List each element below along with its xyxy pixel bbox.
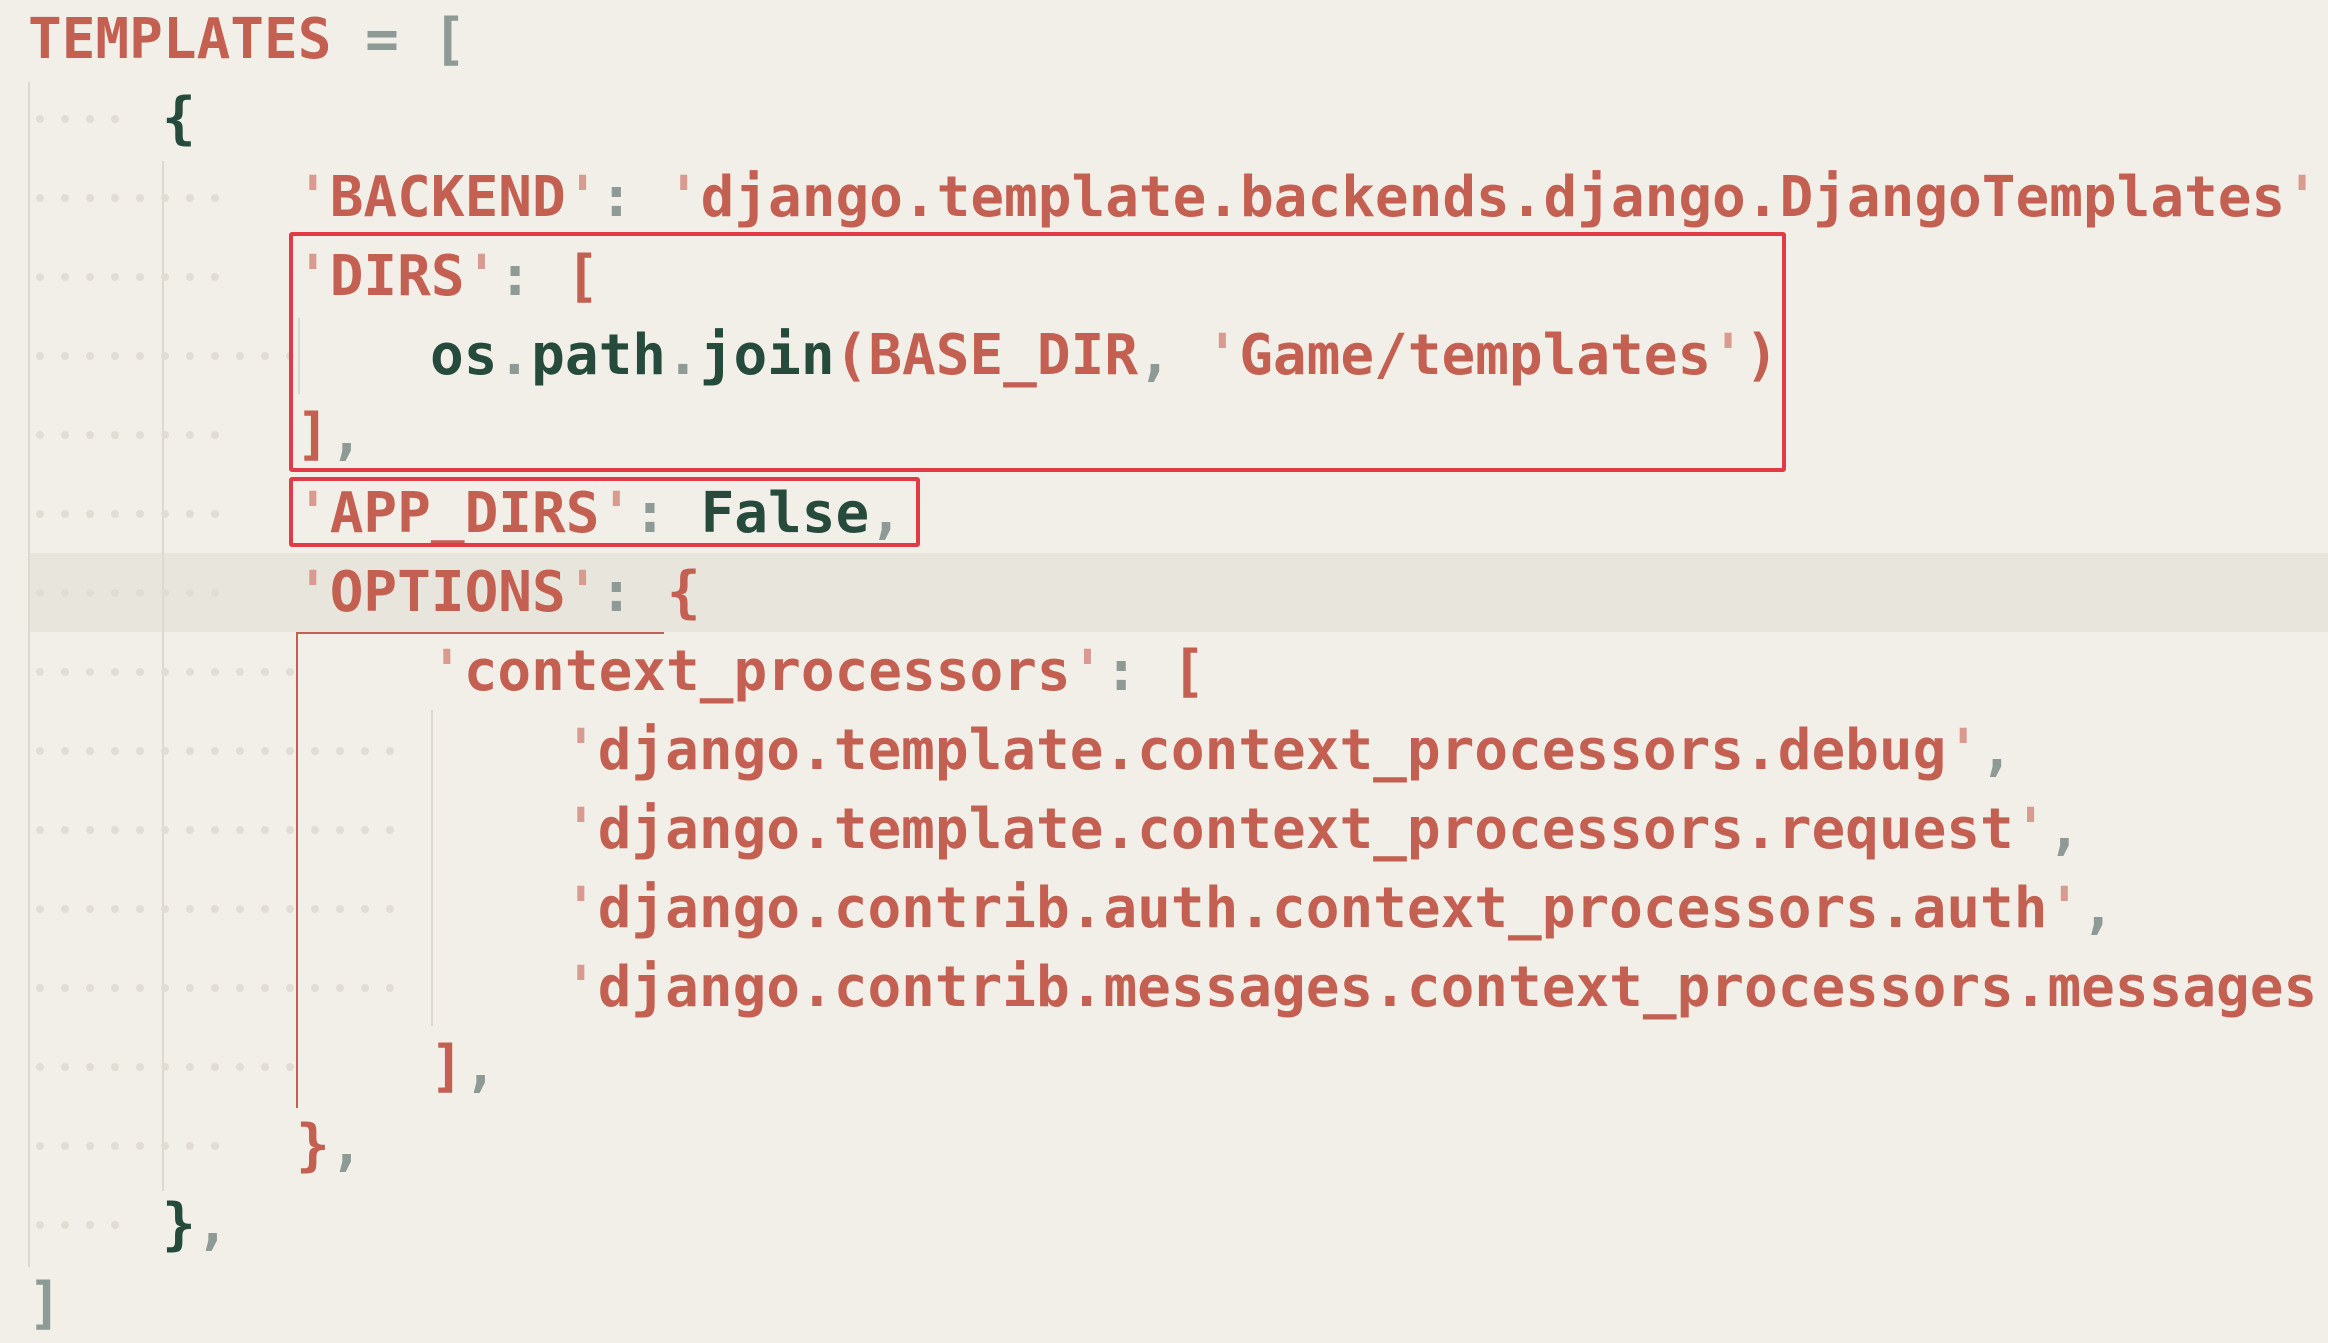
- whitespace-markers: [36, 711, 411, 790]
- code-token: ': [564, 718, 598, 783]
- code-token: ': [1946, 718, 1981, 783]
- code-line[interactable]: ]: [0, 1264, 2328, 1343]
- whitespace-markers: [36, 948, 411, 1027]
- code-token: {: [666, 560, 701, 625]
- app-dirs-highlight-box: [289, 477, 920, 547]
- whitespace-markers: [36, 869, 411, 948]
- code-line[interactable]: {: [0, 79, 2328, 158]
- code-token: ': [2047, 876, 2082, 941]
- code-token: django.template.backends.django.DjangoTe…: [700, 165, 2286, 230]
- code-line[interactable]: 'OPTIONS': {: [0, 553, 2328, 632]
- code-line[interactable]: },: [0, 1106, 2328, 1185]
- whitespace-markers: [36, 79, 136, 158]
- code-token: BACKEND: [329, 165, 566, 230]
- code-line[interactable]: 'django.template.context_processors.requ…: [0, 790, 2328, 869]
- line-text: 'django.template.context_processors.requ…: [564, 790, 2081, 869]
- line-text: 'context_processors': [: [430, 632, 1205, 711]
- code-token: ': [1070, 639, 1105, 704]
- line-text: 'BACKEND': 'django.template.backends.dja…: [296, 158, 2328, 237]
- code-token: ,: [195, 1192, 230, 1257]
- whitespace-markers: [36, 632, 311, 711]
- code-line[interactable]: 'BACKEND': 'django.template.backends.dja…: [0, 158, 2328, 237]
- code-token: ': [2285, 165, 2319, 230]
- code-token: {: [162, 86, 196, 151]
- code-token: django.template.context_processors.debug: [597, 718, 1947, 783]
- code-line[interactable]: ],: [0, 1027, 2328, 1106]
- code-token: TEMPLATES: [28, 7, 332, 72]
- code-token: OPTIONS: [329, 560, 566, 625]
- code-token: ,: [2081, 876, 2115, 941]
- whitespace-markers: [36, 553, 236, 632]
- code-token: ': [2317, 955, 2328, 1020]
- line-text: 'django.template.context_processors.debu…: [564, 711, 2014, 790]
- whitespace-markers: [36, 395, 236, 474]
- code-line[interactable]: 'django.contrib.auth.context_processors.…: [0, 869, 2328, 948]
- code-token: context_processors: [463, 639, 1071, 704]
- code-line[interactable]: 'django.template.context_processors.debu…: [0, 711, 2328, 790]
- dirs-highlight-box: [289, 232, 1786, 472]
- code-token: ': [666, 165, 701, 230]
- code-token: =: [331, 7, 433, 72]
- whitespace-markers: [36, 158, 236, 237]
- line-text: },: [296, 1106, 363, 1185]
- code-token: ': [296, 560, 330, 625]
- whitespace-markers: [36, 237, 236, 316]
- code-token: ': [430, 639, 464, 704]
- line-text: 'django.contrib.auth.context_processors.…: [564, 869, 2115, 948]
- whitespace-markers: [36, 474, 236, 553]
- code-token: [: [1171, 639, 1206, 704]
- code-token: ,: [1980, 718, 2014, 783]
- code-token: ': [2013, 797, 2048, 862]
- whitespace-markers: [36, 1185, 136, 1264]
- code-token: ]: [28, 1271, 62, 1336]
- line-text: ]: [28, 1264, 62, 1343]
- code-token: ': [564, 955, 598, 1020]
- code-token: :: [599, 165, 667, 230]
- code-token: ,: [2319, 165, 2328, 230]
- line-text: {: [162, 79, 196, 158]
- code-token: ': [565, 165, 600, 230]
- code-line[interactable]: 'django.contrib.messages.context_process…: [0, 948, 2328, 1027]
- code-token: django.contrib.auth.context_processors.a…: [597, 876, 2048, 941]
- code-token: ,: [463, 1034, 498, 1099]
- code-token: :: [1104, 639, 1172, 704]
- code-line[interactable]: TEMPLATES = [: [0, 0, 2328, 79]
- code-token: ': [565, 560, 600, 625]
- whitespace-markers: [36, 316, 311, 395]
- code-line[interactable]: },: [0, 1185, 2328, 1264]
- line-text: TEMPLATES = [: [28, 0, 466, 79]
- code-editor[interactable]: TEMPLATES = [{'BACKEND': 'django.templat…: [0, 0, 2328, 1336]
- code-token: ': [564, 876, 598, 941]
- line-text: 'django.contrib.messages.context_process…: [564, 948, 2328, 1027]
- code-token: }: [296, 1113, 330, 1178]
- line-text: 'OPTIONS': {: [296, 553, 701, 632]
- code-token: ': [296, 165, 330, 230]
- line-text: },: [162, 1185, 229, 1264]
- code-token: ,: [2047, 797, 2082, 862]
- code-token: }: [162, 1192, 196, 1257]
- code-token: [: [432, 7, 467, 72]
- code-token: :: [599, 560, 667, 625]
- whitespace-markers: [36, 790, 411, 869]
- code-line[interactable]: 'context_processors': [: [0, 632, 2328, 711]
- code-token: django.template.context_processors.reque…: [597, 797, 2014, 862]
- whitespace-markers: [36, 1027, 311, 1106]
- code-token: ,: [329, 1113, 364, 1178]
- code-token: ]: [430, 1034, 464, 1099]
- code-token: ': [564, 797, 598, 862]
- line-text: ],: [430, 1027, 497, 1106]
- whitespace-markers: [36, 1106, 236, 1185]
- code-token: django.contrib.messages.context_processo…: [597, 955, 2318, 1020]
